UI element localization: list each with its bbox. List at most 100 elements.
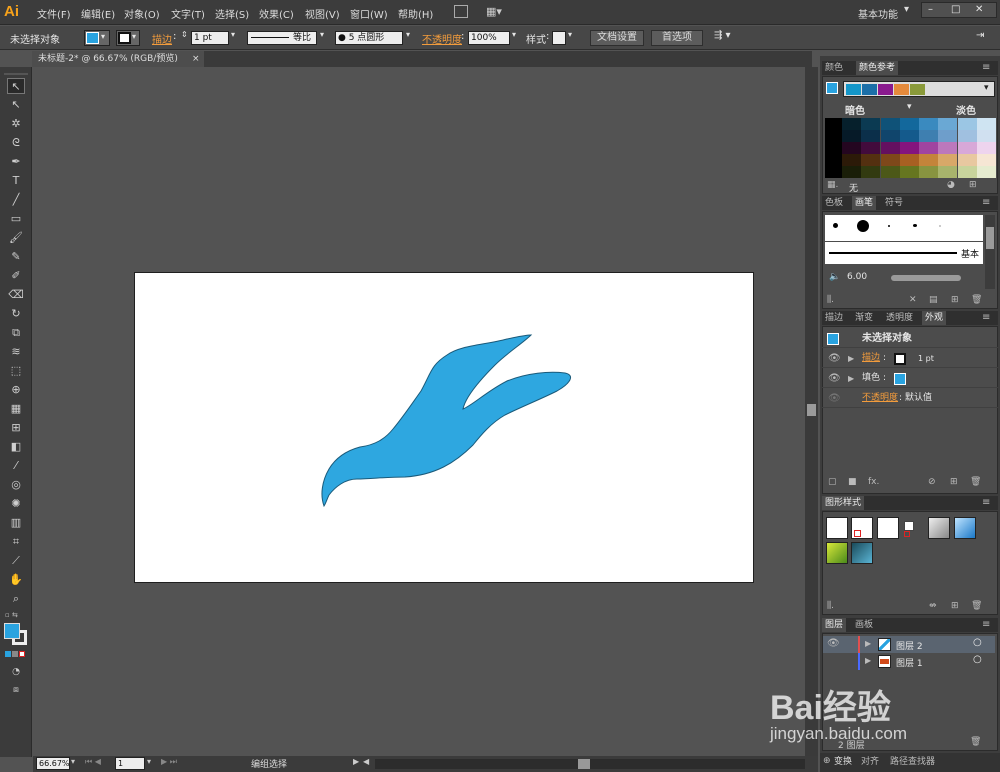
color-variation-swatch[interactable] bbox=[861, 118, 881, 130]
base-color-swatch[interactable] bbox=[826, 82, 838, 94]
brush-small-round[interactable] bbox=[833, 223, 838, 228]
tab-transform[interactable]: 变换 bbox=[831, 755, 855, 769]
tab-artboards[interactable]: 画板 bbox=[852, 618, 876, 632]
column-graph-tool-icon[interactable]: ▥ bbox=[7, 515, 25, 531]
bridge-icon[interactable] bbox=[454, 5, 468, 18]
next-artboard-icon[interactable]: ▶ ⏭ bbox=[161, 757, 177, 767]
visibility-eye-icon[interactable]: 👁 bbox=[828, 349, 841, 368]
menu-window[interactable]: 窗口(W) bbox=[350, 6, 388, 21]
style-default[interactable] bbox=[826, 517, 848, 539]
color-variation-swatch[interactable] bbox=[976, 166, 996, 178]
color-variation-swatch[interactable] bbox=[899, 130, 919, 142]
hand-tool-icon[interactable]: ✋ bbox=[7, 572, 25, 588]
opacity-label[interactable]: 不透明度 bbox=[422, 31, 462, 46]
appearance-opacity-row[interactable]: 👁 不透明度 : 默认值 bbox=[822, 389, 998, 408]
warp-tool-icon[interactable]: ≋ bbox=[7, 344, 25, 360]
color-variation-swatch[interactable] bbox=[976, 142, 996, 154]
break-style-link-icon[interactable]: ⇎ bbox=[929, 601, 937, 611]
graphic-styles-menu-icon[interactable]: ≡ bbox=[982, 497, 990, 508]
expand-layer-icon[interactable]: ▶ bbox=[865, 656, 871, 665]
color-variation-swatch[interactable] bbox=[825, 142, 842, 154]
color-variation-swatch[interactable] bbox=[957, 118, 977, 130]
shape-builder-tool-icon[interactable]: ⊕ bbox=[7, 382, 25, 398]
artboard[interactable] bbox=[134, 272, 754, 583]
stroke-color-picker[interactable]: ▾ bbox=[116, 30, 140, 46]
visibility-eye-icon[interactable]: 👁 bbox=[828, 389, 841, 408]
tab-align[interactable]: 对齐 bbox=[858, 755, 882, 769]
fill-color-picker[interactable]: ▾ bbox=[84, 30, 110, 46]
first-artboard-icon[interactable]: ⏮ ◀ bbox=[85, 757, 101, 767]
brush-dropdown-icon[interactable]: ▾ bbox=[406, 30, 410, 44]
pencil-tool-icon[interactable]: ✎ bbox=[7, 249, 25, 265]
brush-tiny-round[interactable] bbox=[888, 225, 890, 227]
color-variation-swatch[interactable] bbox=[976, 154, 996, 166]
line-tool-icon[interactable]: ╱ bbox=[7, 192, 25, 208]
minimize-button[interactable]: – bbox=[928, 4, 933, 15]
color-variation-swatch[interactable] bbox=[919, 166, 938, 178]
brushes-scrollbar[interactable] bbox=[985, 215, 995, 289]
brush-options-icon[interactable]: ▤ bbox=[929, 295, 938, 305]
color-variation-swatch[interactable] bbox=[938, 130, 958, 142]
color-variation-swatch[interactable] bbox=[842, 154, 861, 166]
harmony-swatch[interactable] bbox=[894, 84, 909, 95]
appearance-panel-menu-icon[interactable]: ≡ bbox=[982, 312, 990, 323]
color-variation-swatch[interactable] bbox=[880, 142, 900, 154]
graphic-style-picker[interactable] bbox=[552, 31, 566, 45]
free-transform-tool-icon[interactable]: ⬚ bbox=[7, 363, 25, 379]
rectangle-tool-icon[interactable]: ▭ bbox=[7, 211, 25, 227]
color-variation-swatch[interactable] bbox=[919, 130, 938, 142]
add-fill-icon[interactable]: ■ bbox=[848, 477, 857, 487]
target-circle-icon[interactable]: ○ bbox=[973, 654, 982, 665]
brush-definition[interactable]: ● 5 点圆形 bbox=[335, 31, 403, 45]
color-variation-swatch[interactable] bbox=[880, 166, 900, 178]
arrange-icon[interactable]: ⇶ ▾ bbox=[714, 30, 731, 44]
tab-graphic-styles[interactable]: 图形样式 bbox=[822, 496, 865, 510]
color-variation-swatch[interactable] bbox=[880, 154, 900, 166]
tab-transparency[interactable]: 透明度 bbox=[883, 311, 916, 325]
status-menu-icon[interactable]: ▶ bbox=[353, 757, 359, 766]
variable-width-profile[interactable]: 等比 bbox=[247, 31, 317, 45]
color-variation-swatch[interactable] bbox=[825, 166, 842, 178]
menu-select[interactable]: 选择(S) bbox=[215, 6, 249, 21]
appearance-fill-row[interactable]: 👁 ▶ 填色 : bbox=[822, 369, 998, 388]
color-variation-swatch[interactable] bbox=[842, 118, 861, 130]
maximize-button[interactable]: □ bbox=[951, 4, 960, 15]
brushes-panel-menu-icon[interactable]: ≡ bbox=[982, 197, 990, 208]
arrange-documents-icon[interactable]: ▦▾ bbox=[486, 5, 506, 18]
color-variation-swatch[interactable] bbox=[938, 154, 958, 166]
scale-tool-icon[interactable]: ⧉ bbox=[7, 325, 25, 341]
layer-row[interactable]: ▶ 图层 1 ○ bbox=[823, 653, 995, 670]
selection-tool-icon[interactable]: ↖ bbox=[7, 78, 25, 94]
paintbrush-tool-icon[interactable]: 🖌 bbox=[7, 230, 25, 246]
remove-brush-stroke-icon[interactable]: ✕ bbox=[909, 295, 917, 305]
save-color-group-icon[interactable]: ⊞ bbox=[969, 180, 977, 190]
menu-file[interactable]: 文件(F) bbox=[37, 6, 71, 21]
color-variation-swatch[interactable] bbox=[957, 154, 977, 166]
color-variation-swatch[interactable] bbox=[842, 166, 861, 178]
direct-selection-tool-icon[interactable]: ↖ bbox=[7, 97, 25, 113]
fill-color-box[interactable] bbox=[4, 623, 20, 639]
brush-faint[interactable] bbox=[939, 225, 941, 227]
horizontal-scrollbar[interactable] bbox=[375, 759, 805, 769]
color-mode-icon[interactable] bbox=[5, 651, 11, 657]
harmony-swatch[interactable] bbox=[910, 84, 925, 95]
vertical-scroll-thumb[interactable] bbox=[807, 404, 816, 416]
color-variation-swatch[interactable] bbox=[976, 118, 996, 130]
menu-effect[interactable]: 效果(C) bbox=[259, 6, 294, 21]
rotate-tool-icon[interactable]: ↻ bbox=[7, 306, 25, 322]
color-variation-swatch[interactable] bbox=[861, 142, 881, 154]
style-dropdown-icon[interactable]: ▾ bbox=[568, 30, 572, 44]
expand-triangle-icon[interactable]: ▶ bbox=[848, 349, 854, 368]
eraser-tool-icon[interactable]: ⌫ bbox=[7, 287, 25, 303]
edit-colors-icon[interactable]: ◕ bbox=[947, 180, 955, 190]
appearance-stroke-label[interactable]: 描边 bbox=[862, 349, 880, 368]
visibility-eye-icon[interactable]: 👁 bbox=[828, 369, 841, 388]
tab-stroke[interactable]: 描边 bbox=[822, 311, 846, 325]
slice-tool-icon[interactable]: ⟋ bbox=[7, 553, 25, 569]
delete-layer-icon[interactable]: 🗑 bbox=[970, 737, 981, 747]
color-variation-swatch[interactable] bbox=[938, 166, 958, 178]
blend-tool-icon[interactable]: ◎ bbox=[7, 477, 25, 493]
color-variation-swatch[interactable] bbox=[861, 166, 881, 178]
style-white[interactable] bbox=[877, 517, 899, 539]
color-variation-swatch[interactable] bbox=[919, 154, 938, 166]
